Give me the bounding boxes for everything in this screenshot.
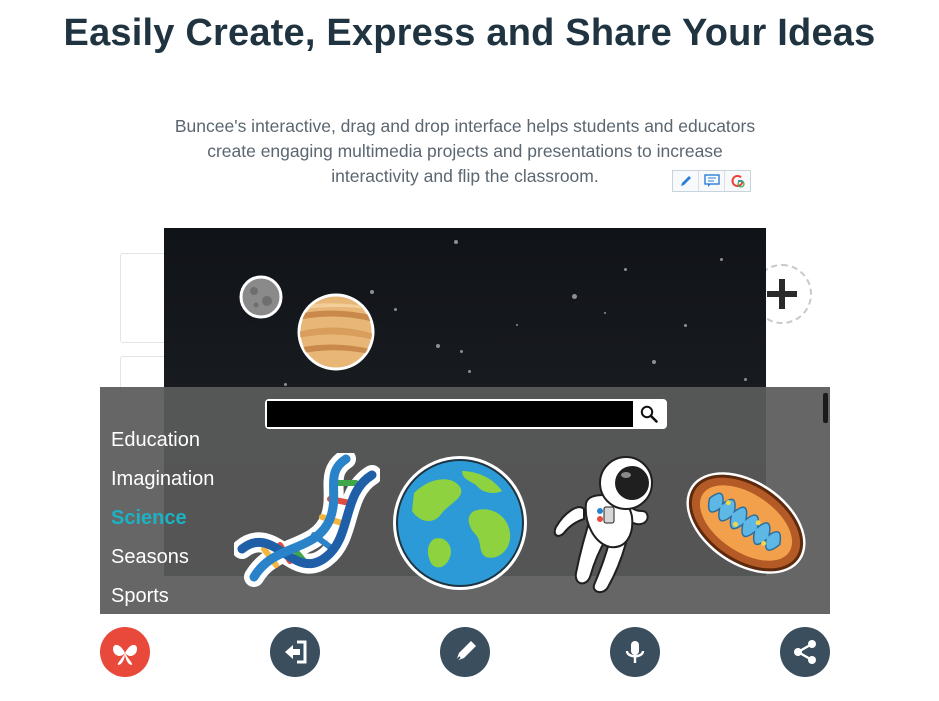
export-icon xyxy=(285,640,307,664)
moon[interactable] xyxy=(238,274,284,320)
star xyxy=(572,294,577,299)
category-imagination[interactable]: Imagination xyxy=(111,460,214,499)
share-icon xyxy=(794,640,816,664)
extension-toolbar xyxy=(672,170,751,192)
star xyxy=(720,258,723,261)
astronaut-sticker[interactable] xyxy=(544,453,676,597)
star xyxy=(516,324,518,326)
search-button[interactable] xyxy=(633,401,665,427)
category-seasons[interactable]: Seasons xyxy=(111,538,214,577)
category-sports[interactable]: Sports xyxy=(111,577,214,616)
sticker-search xyxy=(265,399,667,429)
page-title: Easily Create, Express and Share Your Id… xyxy=(63,12,876,54)
google-search-icon[interactable] xyxy=(725,171,750,191)
search-icon xyxy=(640,405,658,423)
comment-icon[interactable] xyxy=(699,171,725,191)
star xyxy=(684,324,687,327)
export-button[interactable] xyxy=(270,627,320,677)
star xyxy=(468,370,471,373)
dna-sticker[interactable] xyxy=(234,453,380,587)
buncee-logo-button[interactable] xyxy=(100,627,150,677)
mitochondria-sticker[interactable] xyxy=(676,458,816,588)
star xyxy=(394,308,397,311)
scrollbar[interactable] xyxy=(823,393,828,423)
earth-sticker[interactable] xyxy=(390,453,530,593)
star xyxy=(436,344,440,348)
microphone-icon xyxy=(625,641,645,663)
category-science[interactable]: Science xyxy=(111,499,214,538)
pen-icon xyxy=(455,641,476,662)
star xyxy=(652,360,656,364)
star xyxy=(744,378,747,381)
pencil-icon[interactable] xyxy=(673,171,699,191)
plus-icon xyxy=(767,279,797,309)
star xyxy=(624,268,627,271)
star xyxy=(604,312,606,314)
jupiter[interactable] xyxy=(296,292,376,372)
category-education[interactable]: Education xyxy=(111,421,214,460)
share-button[interactable] xyxy=(780,627,830,677)
sticker-search-input[interactable] xyxy=(267,401,633,427)
draw-button[interactable] xyxy=(440,627,490,677)
star xyxy=(454,240,458,244)
category-list: Education Imagination Science Seasons Sp… xyxy=(111,421,214,616)
star xyxy=(460,350,463,353)
buncee-logo-icon xyxy=(113,644,137,665)
star xyxy=(284,383,287,386)
record-audio-button[interactable] xyxy=(610,627,660,677)
